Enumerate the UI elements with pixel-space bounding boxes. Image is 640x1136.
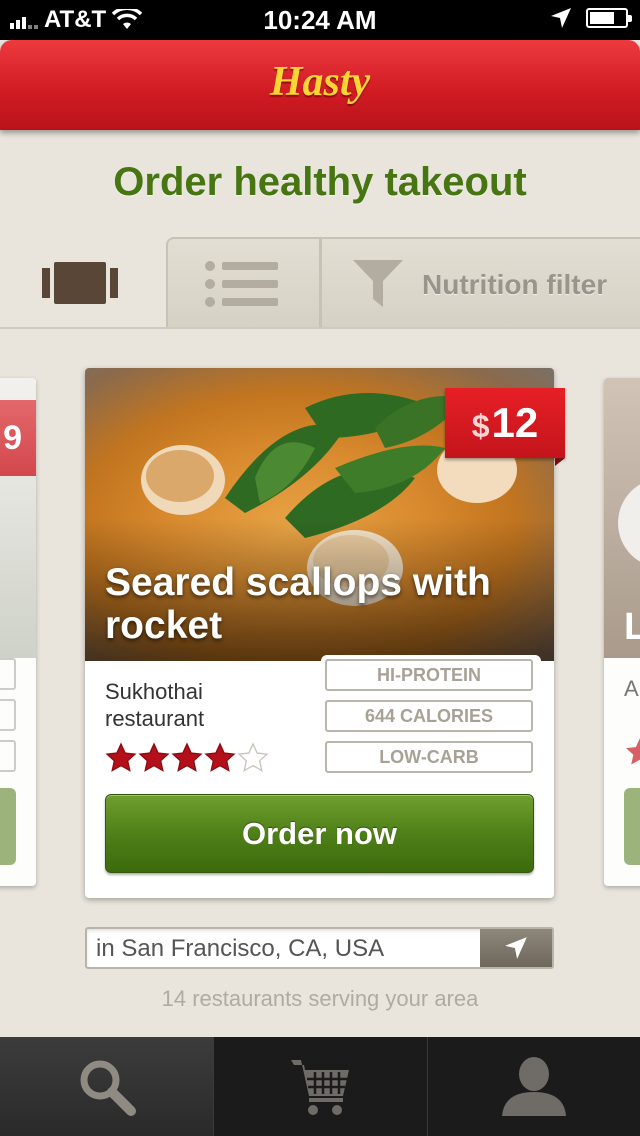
star-filled-icon <box>204 742 236 772</box>
app-logo: Hasty <box>269 59 371 105</box>
tab-list-view[interactable] <box>166 237 321 327</box>
location-arrow-icon <box>505 937 527 959</box>
tab-profile[interactable] <box>427 1037 640 1136</box>
status-right <box>550 7 632 29</box>
tab-search[interactable] <box>0 1037 213 1136</box>
tab-card-view[interactable] <box>0 237 166 327</box>
locate-me-button[interactable] <box>480 929 552 967</box>
card-view-icon <box>42 262 118 304</box>
next-dish-title: L <box>624 606 640 648</box>
star-icon <box>626 738 640 765</box>
badge-hi-protein: HI-PROTEIN <box>325 659 533 691</box>
battery-icon <box>586 8 632 28</box>
restaurant-name[interactable]: Sukhothai restaurant <box>105 678 295 732</box>
location-field[interactable]: in San Francisco, CA, USA <box>85 927 554 969</box>
location-arrow-icon <box>551 8 571 28</box>
price-tag: $ 12 <box>445 388 565 466</box>
location-value: in San Francisco, CA, USA <box>96 935 385 962</box>
prev-dish-card[interactable]: 9 <box>0 378 36 886</box>
badge-calories: 644 CALORIES <box>325 700 533 732</box>
star-filled-icon <box>105 742 137 772</box>
next-restaurant: A <box>624 676 639 701</box>
bottom-tab-bar <box>0 1037 640 1136</box>
rating-stars <box>105 742 269 774</box>
order-now-button[interactable]: Order now <box>105 794 534 873</box>
price-amount: 12 <box>491 399 539 446</box>
result-count: 14 restaurants serving your area <box>161 986 479 1011</box>
view-toggle-bar: Nutrition filter <box>0 237 640 329</box>
next-dish-card[interactable]: L A <box>604 378 640 886</box>
page-title: Order healthy takeout <box>113 160 527 204</box>
price-currency: $ <box>471 407 490 444</box>
funnel-icon <box>353 260 403 307</box>
app-header: Hasty <box>0 40 640 130</box>
prev-price-tag: 9 <box>0 400 36 476</box>
search-icon <box>80 1060 136 1116</box>
tab-nutrition-filter[interactable]: Nutrition filter <box>320 237 640 327</box>
nutrition-badges: HI-PROTEIN 644 CALORIES LOW-CARB <box>325 659 545 782</box>
nutrition-filter-label: Nutrition filter <box>422 269 608 300</box>
status-bar: AT&T 10:24 AM <box>0 0 640 40</box>
dish-card[interactable]: Seared scallops with rocket $ 12 Sukhoth… <box>85 368 565 898</box>
star-filled-icon <box>171 742 203 772</box>
list-view-icon <box>205 261 278 307</box>
cart-icon <box>290 1059 349 1115</box>
dish-title: Seared scallops with rocket <box>105 561 491 647</box>
status-time: 10:24 AM <box>263 5 377 35</box>
star-filled-icon <box>138 742 170 772</box>
badge-low-carb: LOW-CARB <box>325 741 533 773</box>
profile-icon <box>502 1056 566 1116</box>
star-empty-icon <box>237 742 269 772</box>
tab-cart[interactable] <box>213 1037 427 1136</box>
